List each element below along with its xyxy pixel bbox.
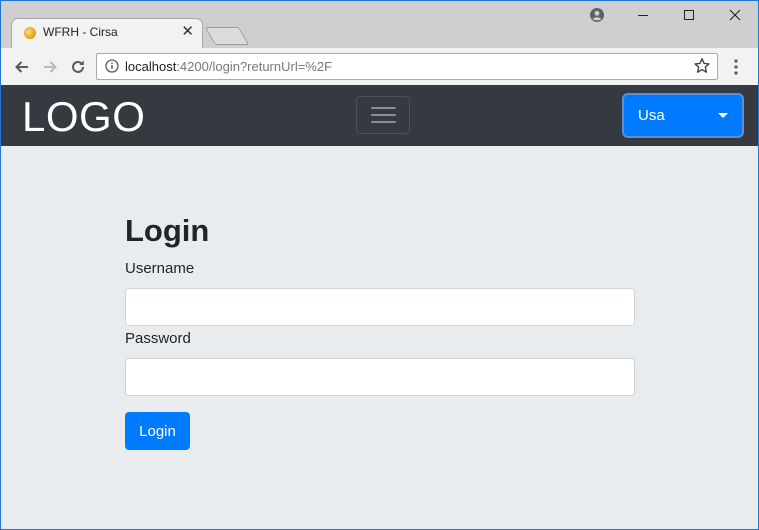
username-input[interactable]: [125, 288, 635, 326]
browser-tab[interactable]: WFRH - Cirsa ✕: [12, 19, 202, 48]
tab-title: WFRH - Cirsa: [43, 25, 118, 39]
minimize-icon[interactable]: [620, 2, 666, 28]
hamburger-bar: [371, 114, 396, 116]
browser-toolbar: localhost:4200/login?returnUrl=%2F: [0, 48, 759, 86]
caret-down-icon: [718, 113, 728, 118]
hamburger-bar: [371, 121, 396, 123]
address-bar[interactable]: localhost:4200/login?returnUrl=%2F: [96, 53, 718, 80]
address-url[interactable]: localhost:4200/login?returnUrl=%2F: [125, 59, 332, 74]
browser-tab-strip: WFRH - Cirsa ✕: [0, 0, 759, 48]
close-window-icon[interactable]: [712, 2, 758, 28]
hamburger-bar: [371, 107, 396, 109]
profile-icon[interactable]: [590, 8, 604, 22]
more-vertical-icon[interactable]: [728, 57, 744, 77]
url-path: :4200/login?returnUrl=%2F: [176, 59, 333, 74]
hamburger-menu-icon[interactable]: [356, 96, 410, 134]
country-select-value: Usa: [638, 107, 665, 124]
country-select[interactable]: Usa: [624, 95, 742, 136]
star-icon[interactable]: [693, 57, 711, 75]
info-icon[interactable]: [105, 59, 119, 73]
back-arrow-icon[interactable]: [12, 57, 32, 77]
coin-favicon-icon: [24, 27, 36, 39]
new-tab-icon[interactable]: [204, 27, 250, 45]
username-label: Username: [125, 260, 195, 277]
forward-arrow-icon[interactable]: [40, 57, 60, 77]
main-content: Login Username Password Login: [0, 146, 759, 530]
maximize-icon[interactable]: [666, 2, 712, 28]
url-host: localhost: [125, 59, 177, 74]
page-title: Login: [125, 213, 210, 248]
password-input[interactable]: [125, 358, 635, 396]
reload-icon[interactable]: [68, 57, 88, 77]
password-label: Password: [125, 330, 191, 347]
logo[interactable]: LOGO: [22, 93, 145, 141]
login-button[interactable]: Login: [125, 412, 190, 450]
close-icon[interactable]: ✕: [181, 23, 194, 41]
app-navbar: LOGO Usa: [0, 85, 759, 146]
